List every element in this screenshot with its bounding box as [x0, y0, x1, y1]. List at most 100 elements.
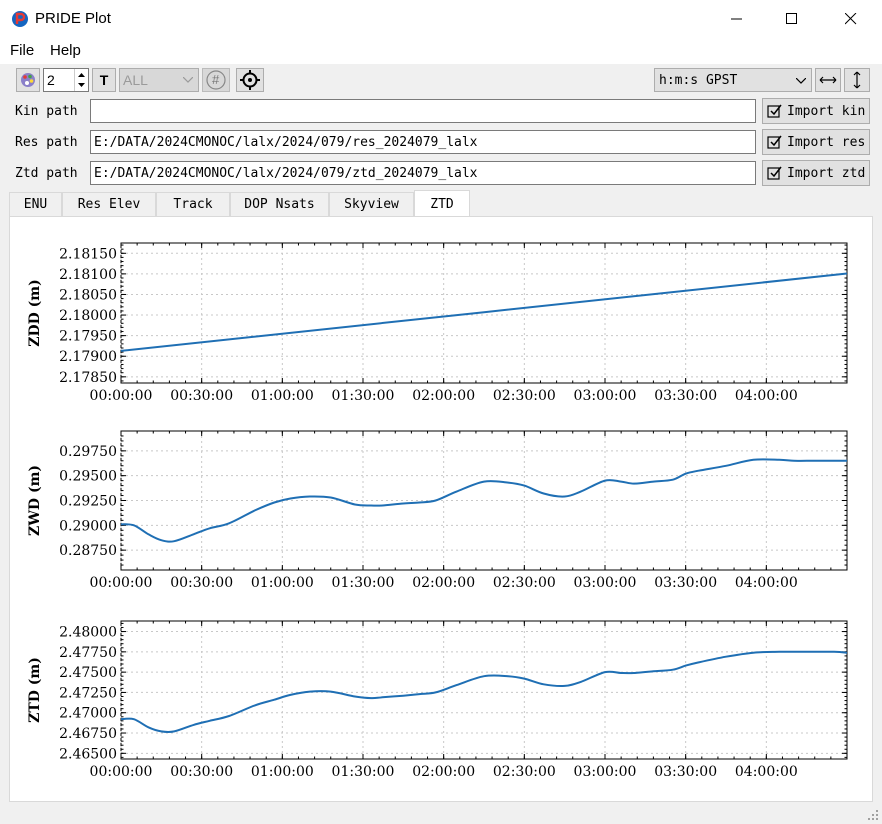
y-axis-label: ZDD (m): [27, 279, 43, 346]
maximize-button[interactable]: [769, 0, 815, 38]
chevron-down-icon: [796, 78, 806, 84]
path-input-0[interactable]: [90, 99, 756, 123]
plot-frame: [120, 430, 848, 571]
palette-icon: [21, 73, 35, 87]
x-tick-label: 00:30:00: [170, 575, 233, 591]
y-tick-label: 2.46750: [59, 726, 117, 742]
ztd-tab-panel: 00:00:00 00:30:00 01:00:00 01:30:00 02:00:00…: [9, 216, 873, 802]
satellite-combo[interactable]: ALL: [119, 68, 199, 92]
spin-arrows[interactable]: [74, 69, 88, 91]
color-palette-button[interactable]: [16, 68, 40, 92]
import-button-label: Import kin: [787, 103, 866, 119]
y-tick-label: 2.18050: [59, 287, 117, 303]
x-tick-label: 03:00:00: [574, 764, 637, 780]
minimize-button[interactable]: [714, 0, 760, 38]
path-label-2: Ztd path: [15, 166, 78, 181]
tab-res-elev[interactable]: Res Elev: [62, 192, 156, 216]
x-tick-label: 03:30:00: [654, 575, 717, 591]
y-axis-label: ZTD (m): [27, 657, 43, 723]
resize-grip-icon[interactable]: [867, 809, 879, 821]
path-input-2[interactable]: E:/DATA/2024CMONOC/lalx/2024/079/ztd_202…: [90, 161, 756, 185]
x-tick-label: 03:00:00: [574, 388, 637, 404]
menu-bar: File Help: [0, 38, 882, 64]
x-tick-label: 00:30:00: [170, 764, 233, 780]
import-button-1[interactable]: Import res: [762, 129, 870, 155]
satellite-combo-value: ALL: [123, 72, 148, 88]
x-tick-label: 01:30:00: [332, 388, 395, 404]
app-logo-icon: [12, 11, 28, 27]
path-input-1[interactable]: E:/DATA/2024CMONOC/lalx/2024/079/res_202…: [90, 130, 756, 154]
horizontal-arrows-icon: [819, 76, 837, 84]
y-tick-label: 0.29000: [59, 518, 117, 534]
y-tick-label: 0.29250: [59, 494, 117, 510]
y-tick-label: 2.17900: [59, 349, 117, 365]
x-tick-label: 01:00:00: [251, 388, 314, 404]
path-label-0: Kin path: [15, 104, 78, 119]
x-tick-label: 02:00:00: [412, 575, 475, 591]
maximize-icon: [786, 13, 797, 24]
import-button-2[interactable]: Import ztd: [762, 160, 870, 186]
y-tick-label: 2.48000: [59, 625, 117, 641]
chart-2[interactable]: 00:00:00 00:30:00 01:00:00 01:30:00 02:00:00…: [27, 620, 848, 780]
y-tick-label: 2.17850: [59, 370, 117, 386]
import-button-label: Import res: [787, 134, 866, 150]
tab-enu[interactable]: ENU: [9, 192, 62, 216]
window-title: PRIDE Plot: [35, 10, 111, 27]
chevron-down-icon: [183, 77, 193, 83]
time-format-value: h:m:s GPST: [659, 73, 738, 88]
hash-button[interactable]: #: [202, 68, 230, 92]
x-tick-label: 02:00:00: [412, 764, 475, 780]
ztd-plots: 00:00:00 00:30:00 01:00:00 01:30:00 02:00:00…: [27, 242, 848, 780]
time-format-combo[interactable]: h:m:s GPST: [654, 68, 812, 92]
x-tick-label: 04:00:00: [735, 575, 798, 591]
checkbox-edit-icon: [767, 166, 782, 180]
x-tick-label: 02:30:00: [493, 388, 556, 404]
path-label-1: Res path: [15, 135, 78, 150]
text-button[interactable]: T: [92, 68, 116, 92]
hash-label: #: [212, 72, 220, 87]
vertical-arrows-icon: [853, 71, 861, 89]
y-tick-label: 2.47500: [59, 665, 117, 681]
title-bar: PRIDE Plot: [0, 0, 882, 38]
x-tick-label: 04:00:00: [735, 764, 798, 780]
y-tick-label: 0.29750: [59, 444, 117, 460]
tab-ztd[interactable]: ZTD: [414, 190, 470, 218]
x-tick-label: 00:00:00: [90, 388, 153, 404]
tab-dop-nsats[interactable]: DOP Nsats: [230, 192, 329, 216]
spin-value: 2: [47, 72, 55, 88]
close-button[interactable]: [828, 0, 874, 38]
x-tick-label: 03:00:00: [574, 575, 637, 591]
close-icon: [845, 13, 857, 25]
plot-frame: [120, 620, 848, 760]
menu-help[interactable]: Help: [50, 42, 81, 59]
x-tick-label: 03:30:00: [654, 388, 717, 404]
y-tick-label: 2.18000: [59, 308, 117, 324]
y-tick-label: 2.46500: [59, 746, 117, 762]
y-tick-label: 0.29500: [59, 469, 117, 485]
chart-0[interactable]: 00:00:00 00:30:00 01:00:00 01:30:00 02:00:00…: [27, 242, 848, 404]
chart-1[interactable]: 00:00:00 00:30:00 01:00:00 01:30:00 02:00:00…: [27, 430, 848, 591]
vertical-zoom-button[interactable]: [844, 68, 870, 92]
y-tick-label: 2.47000: [59, 706, 117, 722]
marker-size-spinbox[interactable]: 2: [43, 68, 89, 92]
checkbox-edit-icon: [767, 104, 782, 118]
spin-up-down-icon: [78, 73, 85, 87]
y-tick-label: 0.28750: [59, 543, 117, 559]
checkbox-edit-icon: [767, 135, 782, 149]
crosshair-button[interactable]: [236, 68, 264, 92]
x-tick-label: 02:30:00: [493, 575, 556, 591]
x-tick-label: 01:00:00: [251, 575, 314, 591]
x-tick-label: 00:30:00: [170, 388, 233, 404]
y-tick-label: 2.18100: [59, 267, 117, 283]
x-tick-label: 01:30:00: [332, 764, 395, 780]
horizontal-zoom-button[interactable]: [815, 68, 841, 92]
x-tick-label: 04:00:00: [735, 388, 798, 404]
tab-skyview[interactable]: Skyview: [329, 192, 414, 216]
import-button-0[interactable]: Import kin: [762, 98, 870, 124]
tab-track[interactable]: Track: [156, 192, 230, 216]
y-axis-label: ZWD (m): [27, 465, 43, 536]
y-tick-label: 2.47750: [59, 645, 117, 661]
x-tick-label: 03:30:00: [654, 764, 717, 780]
menu-file[interactable]: File: [10, 42, 34, 59]
x-tick-label: 00:00:00: [90, 764, 153, 780]
